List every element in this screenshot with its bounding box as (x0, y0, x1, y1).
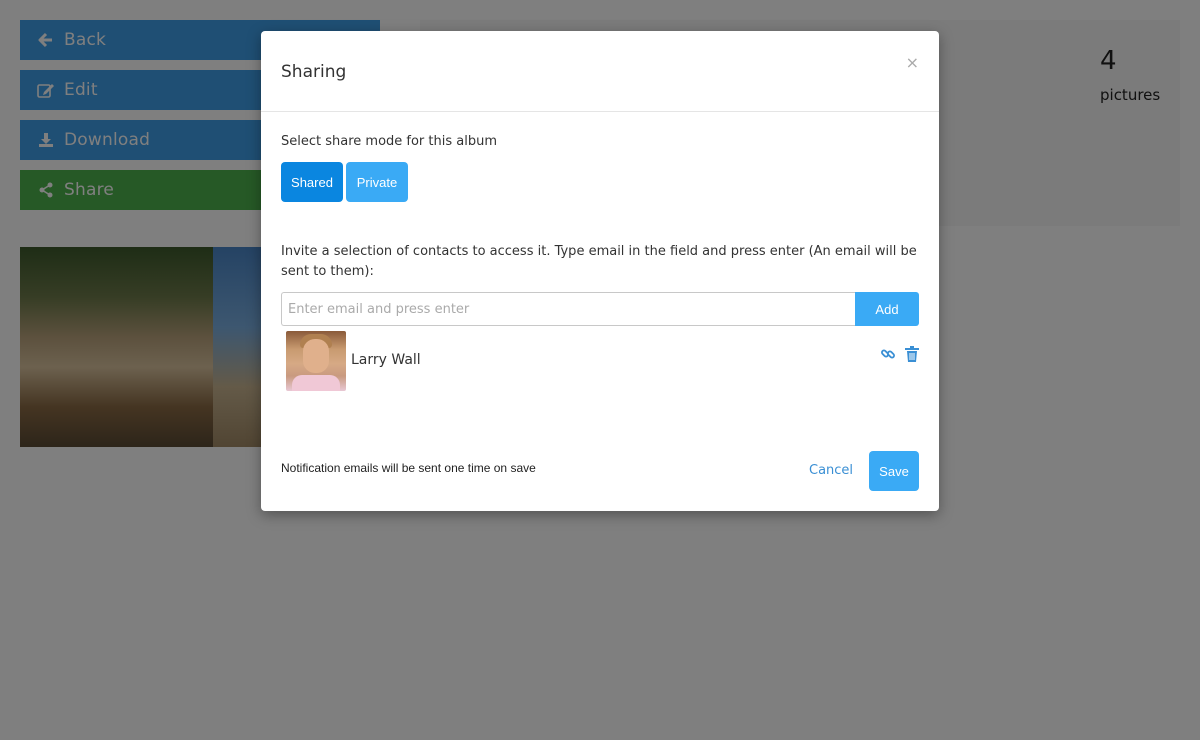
modal-title: Sharing (281, 62, 347, 82)
sharing-modal: Sharing × Select share mode for this alb… (261, 31, 939, 511)
cancel-button[interactable]: Cancel (809, 463, 853, 478)
email-input-group: Add (281, 292, 919, 326)
avatar (286, 331, 346, 391)
link-icon[interactable] (880, 346, 896, 362)
trash-icon[interactable] (905, 346, 919, 362)
private-mode-button[interactable]: Private (346, 162, 408, 202)
contact-list-item: Larry Wall (286, 331, 919, 391)
contact-name: Larry Wall (351, 352, 421, 368)
invite-instructions: Invite a selection of contacts to access… (281, 244, 917, 279)
notification-note: Notification emails will be sent one tim… (281, 461, 536, 475)
add-button[interactable]: Add (855, 292, 919, 326)
modal-header: Sharing × (261, 31, 939, 112)
save-button[interactable]: Save (869, 451, 919, 491)
close-button[interactable]: × (906, 53, 919, 72)
share-mode-label: Select share mode for this album (281, 134, 497, 149)
shared-mode-button[interactable]: Shared (281, 162, 343, 202)
email-input[interactable] (281, 292, 855, 326)
